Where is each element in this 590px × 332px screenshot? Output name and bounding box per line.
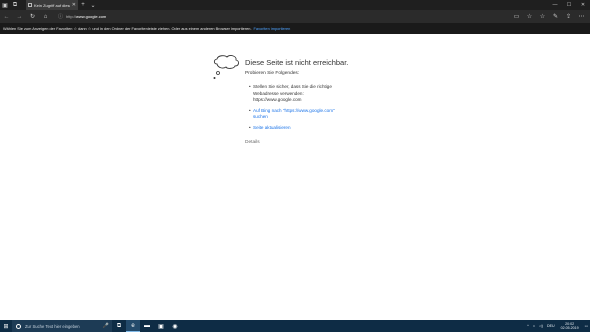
clock-date: 02.05.2019	[560, 326, 579, 330]
start-button[interactable]: ⊞	[0, 320, 12, 332]
edge-taskbar-icon[interactable]: e	[126, 320, 140, 332]
forward-button[interactable]: →	[13, 10, 26, 23]
language-indicator[interactable]: DEU	[545, 324, 557, 328]
page-content: Diese Seite ist nicht erreichbar. Probie…	[0, 34, 590, 320]
more-icon[interactable]: ⋯	[575, 10, 588, 23]
bing-search-link-line2[interactable]: suchen	[253, 114, 359, 121]
windows-taskbar: ⊞ Zur Suche Text hier eingeben 🎤 ⧉ e ▬ ▣…	[0, 320, 590, 332]
error-title: Diese Seite ist nicht erreichbar.	[245, 58, 349, 67]
close-tab-icon[interactable]: ✕	[72, 2, 76, 8]
add-favorite-icon[interactable]: ☆	[523, 10, 536, 23]
maximize-button[interactable]: ☐	[562, 0, 576, 10]
url-host: www.google.com	[76, 14, 107, 19]
tab-preview-icon[interactable]: ⧉	[10, 0, 20, 10]
suggestion-bing-search[interactable]: Auf Bing nach "https://www.google.com" s…	[249, 108, 359, 121]
microphone-icon[interactable]: 🎤	[103, 323, 109, 329]
tab-actions-icon[interactable]: ▣	[0, 0, 10, 10]
file-explorer-icon[interactable]: ▬	[140, 320, 154, 332]
share-icon[interactable]: ⇪	[562, 10, 575, 23]
web-notes-icon[interactable]: ✎	[549, 10, 562, 23]
window-controls: — ☐ ✕	[548, 0, 590, 10]
suggestion-refresh[interactable]: Seite aktualisieren	[249, 125, 359, 132]
back-button[interactable]: ←	[0, 10, 13, 23]
address-bar[interactable]: ⓘ http:// www.google.com	[56, 12, 526, 21]
suggestion-text-line3: https://www.google.com	[253, 97, 302, 102]
home-button[interactable]: ⌂	[39, 10, 52, 23]
details-link[interactable]: Details	[245, 140, 260, 145]
refresh-page-link[interactable]: Seite aktualisieren	[253, 125, 359, 132]
error-subtitle: Probieren Sie Folgendes:	[245, 71, 300, 76]
favorites-bar-hint: Wählen Sie zum Anzeigen der Favoriten ☆ …	[3, 26, 252, 31]
favorites-hub-icon[interactable]: ☆	[536, 10, 549, 23]
import-favorites-link[interactable]: Favoriten importieren	[254, 26, 291, 31]
notifications-icon[interactable]: ▭	[583, 324, 590, 328]
clock[interactable]: 20:02 02.05.2019	[557, 322, 583, 330]
chrome-icon[interactable]: ◉	[168, 320, 182, 332]
tab-list-chevron-icon[interactable]: ⌄	[88, 2, 98, 9]
store-icon[interactable]: ▣	[154, 320, 168, 332]
navigation-bar: ← → ↻ ⌂ ⓘ http:// www.google.com	[0, 10, 590, 23]
system-tray: ^ ⌂ ◁) DEU 20:02 02.05.2019 ▭	[525, 320, 590, 332]
favorites-bar: Wählen Sie zum Anzeigen der Favoriten ☆ …	[0, 23, 590, 34]
url-prefix: http://	[66, 14, 77, 19]
browser-window: ▣ ⧉ Kein Zugriff auf diese Se ✕ + ⌄ — ☐ …	[0, 0, 590, 332]
tab-title: Kein Zugriff auf diese Se	[34, 2, 70, 8]
new-tab-button[interactable]: +	[78, 2, 88, 8]
site-info-icon[interactable]: ⓘ	[58, 13, 63, 20]
close-window-button[interactable]: ✕	[576, 0, 590, 10]
browser-toolbar: ▭ ☆ ☆ ✎ ⇪ ⋯	[510, 10, 588, 23]
page-favicon-icon	[28, 3, 32, 7]
minimize-button[interactable]: —	[548, 0, 562, 10]
suggestion-check-address: Stellen Sie sicher, dass Sie die richtig…	[249, 84, 359, 104]
reading-view-icon[interactable]: ▭	[510, 10, 523, 23]
search-placeholder: Zur Suche Text hier eingeben	[25, 323, 80, 329]
task-view-button[interactable]: ⧉	[112, 320, 126, 332]
volume-icon[interactable]: ◁)	[537, 324, 545, 328]
tab-active[interactable]: Kein Zugriff auf diese Se ✕	[26, 0, 78, 10]
suggestion-list: Stellen Sie sicher, dass Sie die richtig…	[249, 84, 359, 135]
taskbar-search[interactable]: Zur Suche Text hier eingeben 🎤	[12, 320, 112, 332]
cortana-icon	[16, 323, 21, 329]
tab-bar: ▣ ⧉ Kein Zugriff auf diese Se ✕ + ⌄ — ☐ …	[0, 0, 590, 10]
refresh-button[interactable]: ↻	[26, 10, 39, 23]
thought-cloud-icon	[213, 55, 239, 79]
